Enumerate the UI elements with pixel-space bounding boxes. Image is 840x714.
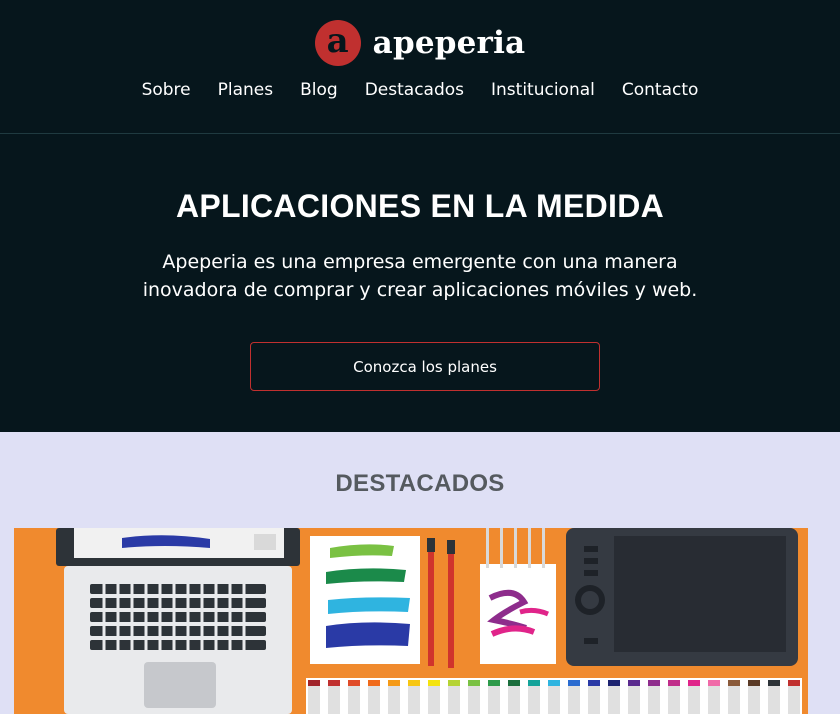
- workspace-illustration: [14, 528, 808, 714]
- logo[interactable]: a apeperia: [0, 20, 840, 66]
- hero-description: Apeperia es una empresa emergente con un…: [142, 251, 698, 301]
- logo-text: apeperia: [372, 25, 526, 61]
- hero-title: APLICACIONES EN LA MEDIDA: [175, 188, 665, 224]
- nav-item-blog[interactable]: Blog: [300, 80, 338, 100]
- nav-item-destacados[interactable]: Destacados: [365, 80, 464, 100]
- nav-item-sobre[interactable]: Sobre: [142, 80, 191, 100]
- header-divider: [0, 133, 840, 134]
- featured-title: DESTACADOS: [335, 470, 505, 497]
- nav-item-contacto[interactable]: Contacto: [622, 80, 699, 100]
- main-nav: Sobre Planes Blog Destacados Institucion…: [0, 80, 840, 100]
- featured-image[interactable]: [14, 528, 808, 714]
- plans-button[interactable]: Conozca los planes: [250, 342, 600, 391]
- paint-strokes-illustration: [310, 536, 455, 668]
- logo-icon: a: [314, 20, 361, 66]
- laptop-illustration: [56, 528, 300, 714]
- markers-illustration: [306, 678, 802, 714]
- featured-section: DESTACADOS: [0, 432, 840, 714]
- nav-item-planes[interactable]: Planes: [218, 80, 273, 100]
- nav-item-institucional[interactable]: Institucional: [491, 80, 595, 100]
- tablet-illustration: [566, 528, 798, 666]
- header: a apeperia Sobre Planes Blog Destacados …: [0, 0, 840, 432]
